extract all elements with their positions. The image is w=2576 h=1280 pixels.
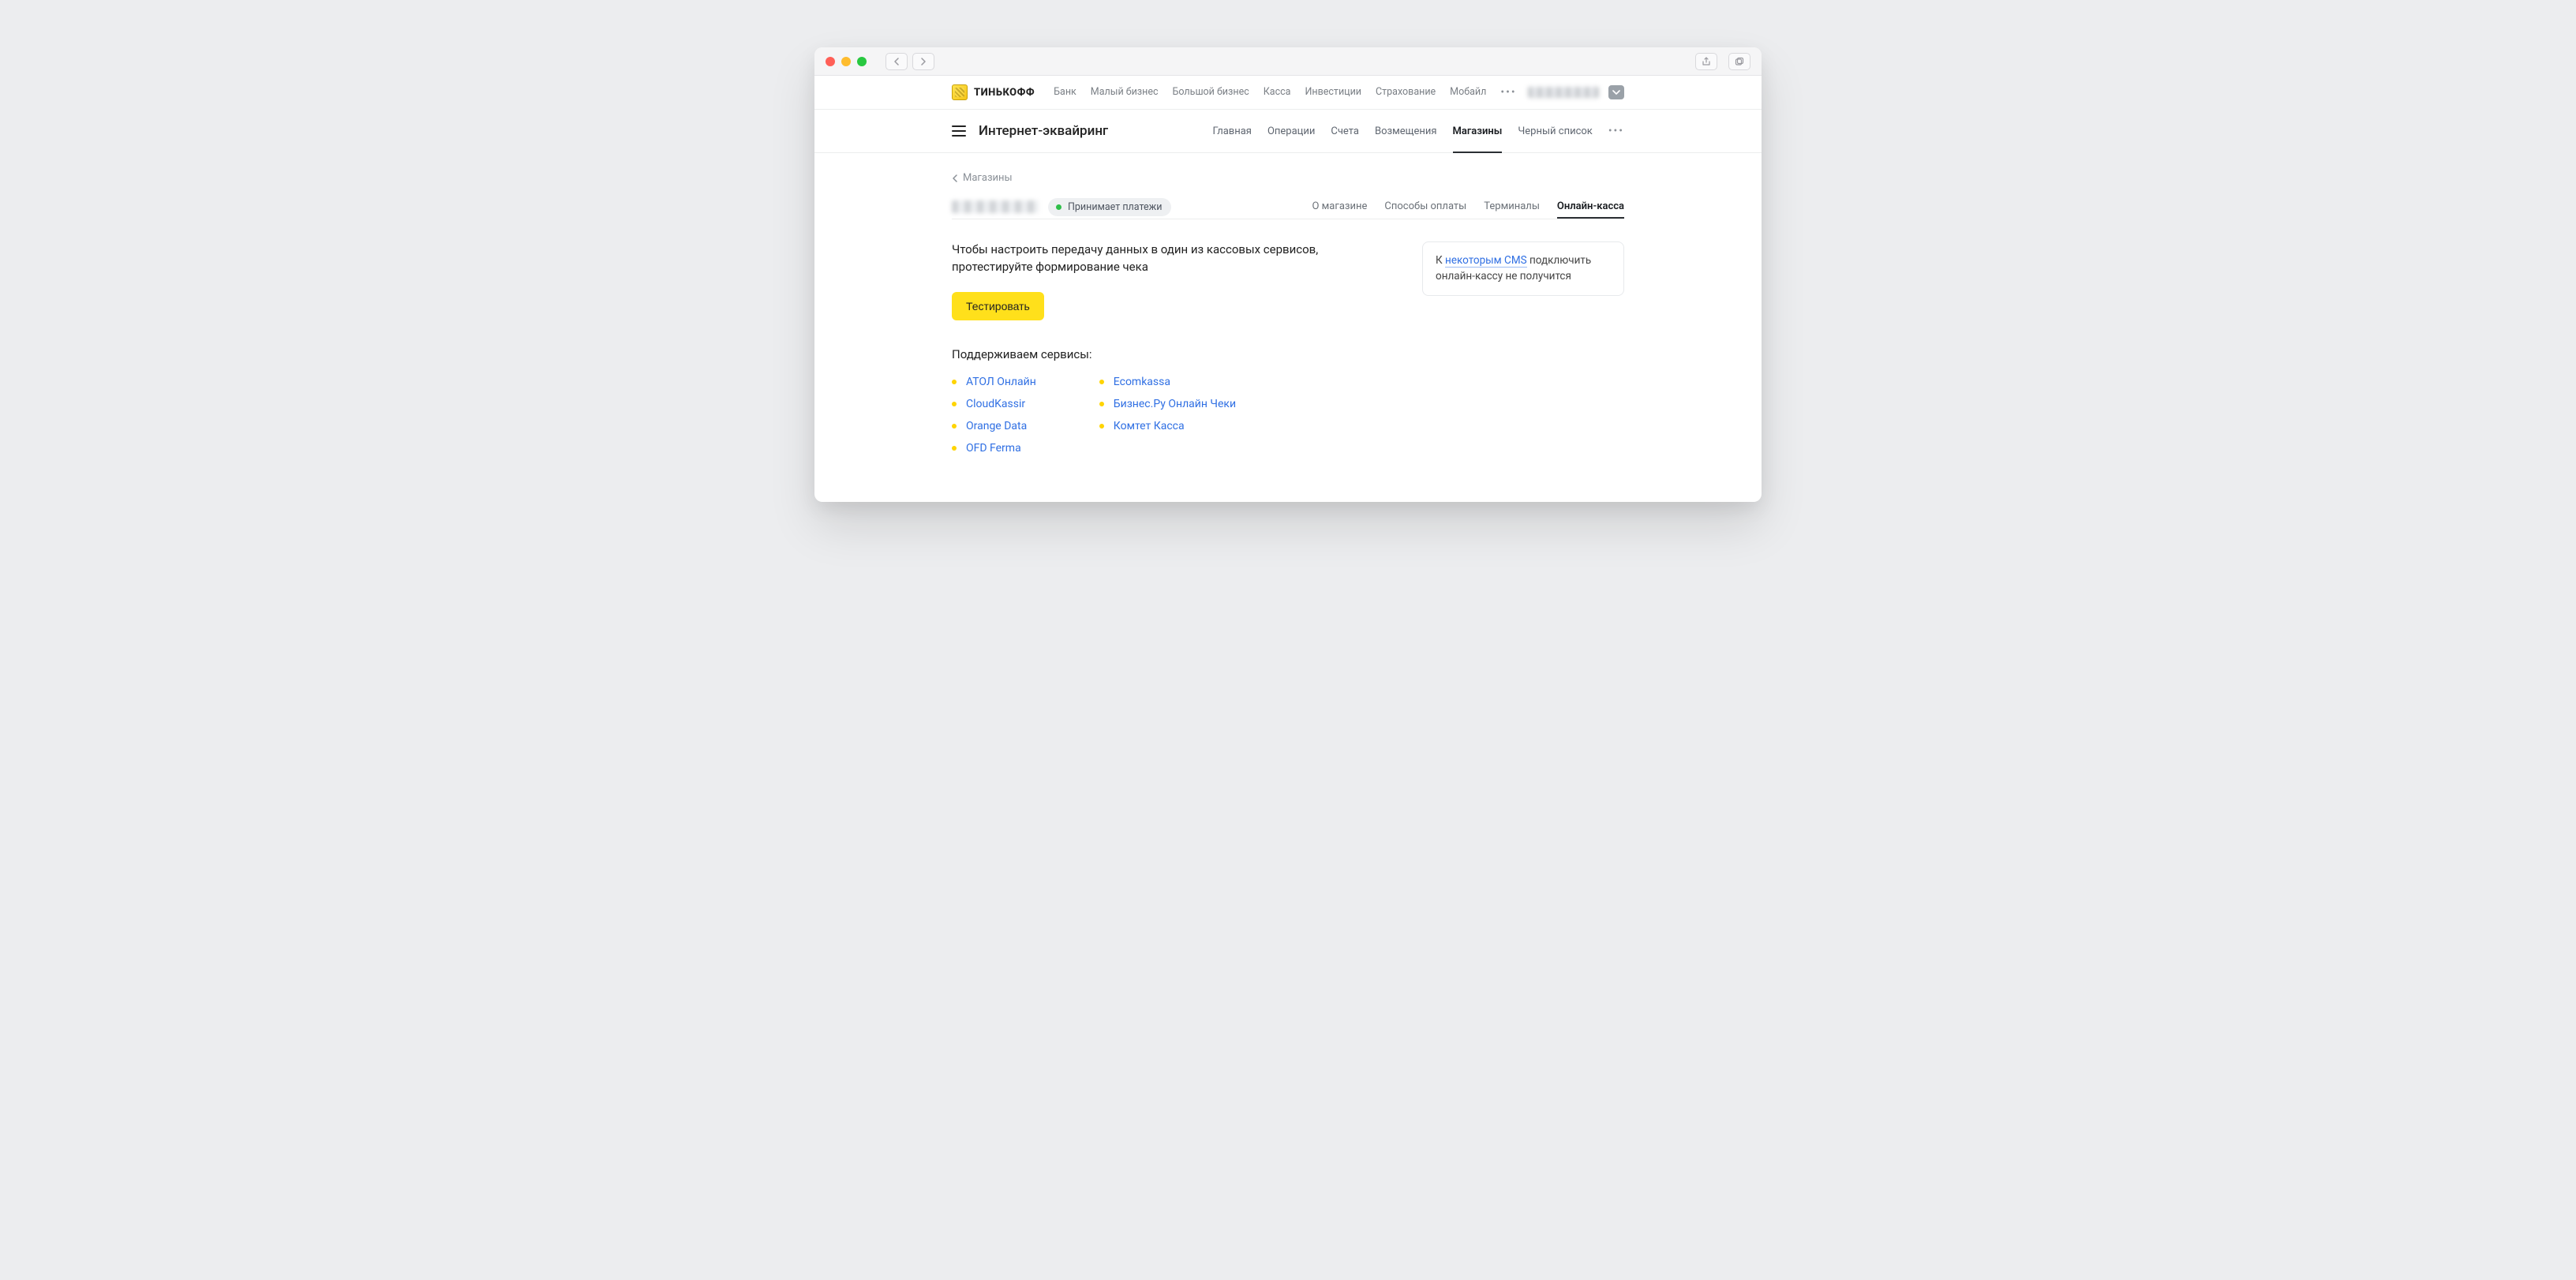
service-link[interactable]: Orange Data (966, 420, 1027, 432)
tab-accounts[interactable]: Счета (1331, 110, 1359, 152)
breadcrumb[interactable]: Магазины (952, 172, 1624, 184)
section-tabs-more[interactable]: ••• (1608, 125, 1624, 137)
store-tab-online-kassa[interactable]: Онлайн-касса (1557, 200, 1624, 219)
status-badge: Принимает платежи (1048, 198, 1171, 216)
services-columns: АТОЛ Онлайн CloudKassir Orange Data OFD … (952, 376, 1391, 455)
store-tab-payment-methods[interactable]: Способы оплаты (1384, 200, 1466, 219)
service-link[interactable]: Ecomkassa (1114, 376, 1170, 388)
tab-operations[interactable]: Операции (1267, 110, 1315, 152)
content: Магазины Принимает платежи О магазине Сп… (952, 153, 1624, 502)
bullet-icon (1099, 424, 1104, 429)
brand-logo-icon (952, 84, 968, 100)
tab-refunds[interactable]: Возмещения (1375, 110, 1437, 152)
service-link[interactable]: АТОЛ Онлайн (966, 376, 1036, 388)
bullet-icon (952, 446, 957, 451)
breadcrumb-label: Магазины (963, 172, 1013, 184)
store-tabs: О магазине Способы оплаты Терминалы Онла… (1312, 195, 1624, 219)
global-nav-item[interactable]: Банк (1054, 86, 1076, 99)
window-controls (826, 57, 867, 66)
user-name-redacted[interactable] (1528, 87, 1599, 98)
bullet-icon (1099, 402, 1104, 406)
info-box: К некоторым CMS подключить онлайн-кассу … (1422, 241, 1624, 296)
list-item: CloudKassir (952, 398, 1036, 410)
section-nav: Интернет-эквайринг Главная Операции Счет… (814, 110, 1762, 153)
service-link[interactable]: CloudKassir (966, 398, 1025, 410)
tab-main[interactable]: Главная (1213, 110, 1252, 152)
list-item: OFD Ferma (952, 442, 1036, 455)
list-item: Комтет Касса (1099, 420, 1236, 432)
global-nav-item[interactable]: Инвестиции (1305, 86, 1361, 99)
chevron-left-icon (952, 174, 958, 182)
menu-button[interactable] (952, 125, 966, 137)
tabs-button[interactable] (1728, 53, 1750, 70)
store-tab-terminals[interactable]: Терминалы (1484, 200, 1540, 219)
browser-window: ТИНЬКОФФ Банк Малый бизнес Большой бизне… (814, 47, 1762, 502)
mac-titlebar (814, 47, 1762, 76)
global-nav-item[interactable]: Большой бизнес (1173, 86, 1249, 99)
chevron-right-icon (920, 58, 927, 65)
page: ТИНЬКОФФ Банк Малый бизнес Большой бизне… (814, 76, 1762, 502)
info-link[interactable]: некоторым CMS (1445, 254, 1527, 268)
chevron-down-icon (1612, 89, 1620, 95)
store-tab-about[interactable]: О магазине (1312, 200, 1367, 219)
bullet-icon (952, 424, 957, 429)
list-item: Orange Data (952, 420, 1036, 432)
list-item: Ecomkassa (1099, 376, 1236, 388)
global-nav-item[interactable]: Мобайл (1450, 86, 1486, 99)
global-nav: ТИНЬКОФФ Банк Малый бизнес Большой бизне… (814, 76, 1762, 110)
tab-blacklist[interactable]: Черный список (1518, 110, 1592, 152)
global-nav-links: Банк Малый бизнес Большой бизнес Касса И… (1054, 86, 1516, 99)
store-name-redacted (952, 200, 1039, 213)
global-nav-item[interactable]: Малый бизнес (1091, 86, 1159, 99)
services-list-left: АТОЛ Онлайн CloudKassir Orange Data OFD … (952, 376, 1036, 455)
section-tabs: Главная Операции Счета Возмещения Магази… (1213, 110, 1624, 152)
share-button[interactable] (1695, 53, 1717, 70)
global-nav-item[interactable]: Касса (1264, 86, 1291, 99)
service-link[interactable]: OFD Ferma (966, 442, 1021, 455)
bullet-icon (1099, 380, 1104, 384)
maximize-window-icon[interactable] (857, 57, 867, 66)
main-column: Чтобы настроить передачу данных в один и… (952, 241, 1391, 455)
expand-button[interactable] (1608, 85, 1624, 99)
brand[interactable]: ТИНЬКОФФ (952, 84, 1035, 100)
list-item: АТОЛ Онлайн (952, 376, 1036, 388)
bullet-icon (952, 380, 957, 384)
global-nav-more[interactable]: ••• (1500, 86, 1516, 99)
service-link[interactable]: Комтет Касса (1114, 420, 1185, 432)
intro-text: Чтобы настроить передачу данных в один и… (952, 241, 1391, 276)
nav-buttons (886, 53, 934, 70)
minimize-window-icon[interactable] (841, 57, 851, 66)
back-button[interactable] (886, 53, 908, 70)
bullet-icon (952, 402, 957, 406)
close-window-icon[interactable] (826, 57, 835, 66)
share-icon (1702, 57, 1711, 66)
services-header: Поддерживаем сервисы: (952, 347, 1391, 361)
status-dot-icon (1056, 204, 1061, 210)
tab-stores[interactable]: Магазины (1453, 110, 1503, 152)
info-text-pre: К (1436, 254, 1445, 267)
tabs-icon (1735, 57, 1744, 66)
forward-button[interactable] (912, 53, 934, 70)
service-link[interactable]: Бизнес.Ру Онлайн Чеки (1114, 398, 1236, 410)
store-header: Принимает платежи О магазине Способы опл… (952, 195, 1624, 219)
status-label: Принимает платежи (1068, 201, 1162, 213)
chevron-left-icon (893, 58, 900, 65)
global-nav-item[interactable]: Страхование (1376, 86, 1436, 99)
test-button[interactable]: Тестировать (952, 292, 1044, 320)
services-list-right: Ecomkassa Бизнес.Ру Онлайн Чеки Комтет К… (1099, 376, 1236, 455)
list-item: Бизнес.Ру Онлайн Чеки (1099, 398, 1236, 410)
brand-name: ТИНЬКОФФ (974, 87, 1035, 99)
section-title: Интернет-эквайринг (979, 123, 1108, 139)
